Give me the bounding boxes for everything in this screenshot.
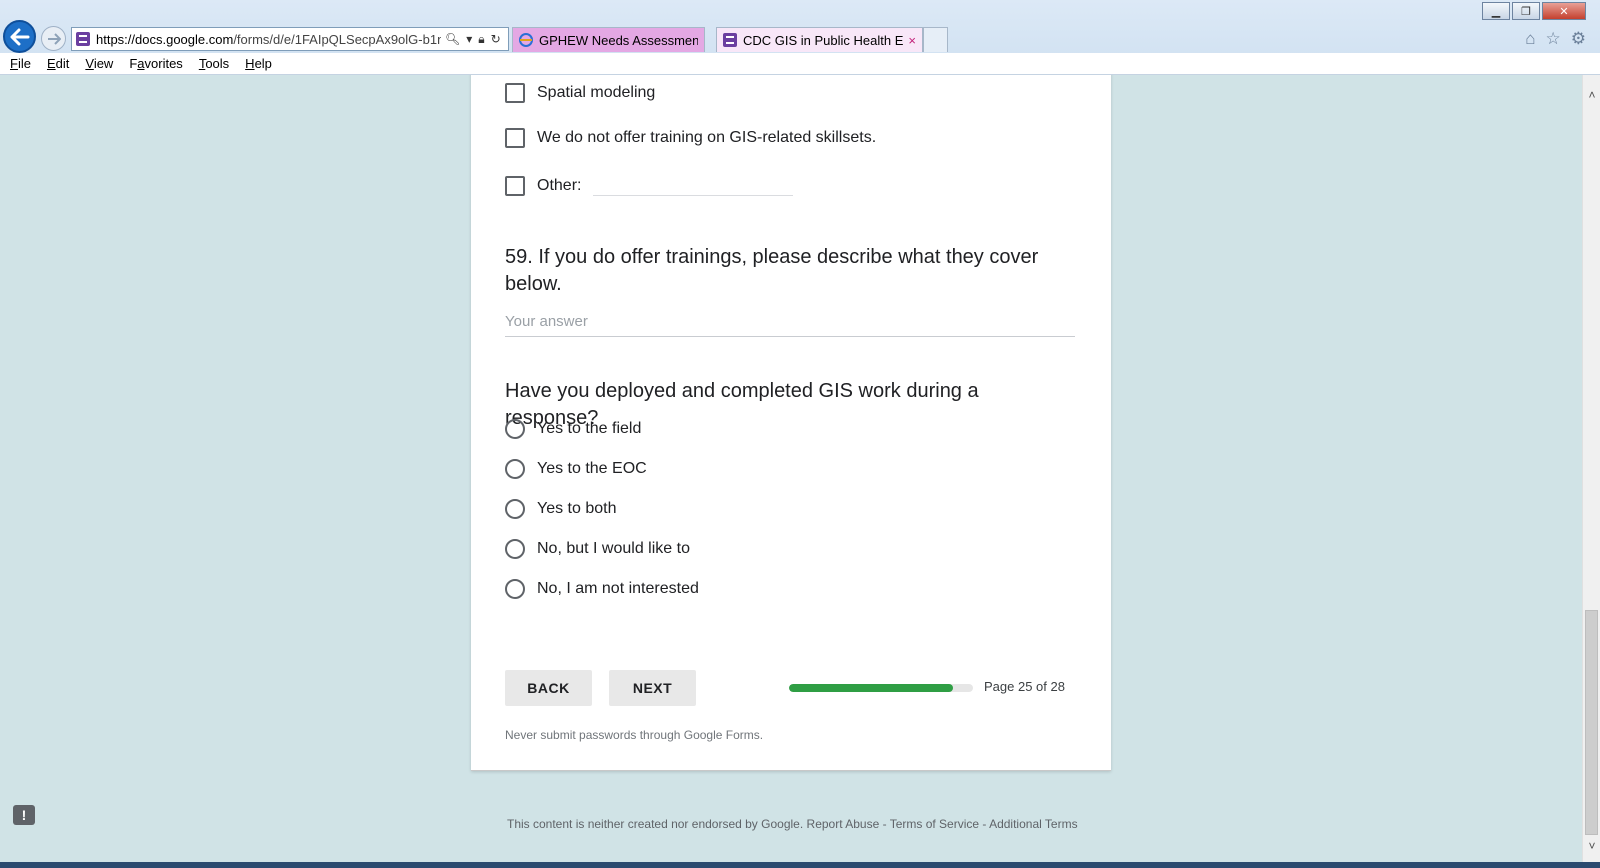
back-button[interactable] [3,20,36,53]
radio-button[interactable] [505,459,525,479]
footer-disclaimer: This content is neither created nor endo… [507,817,804,831]
menu-bar: File Edit View Favorites Tools Help [0,53,1600,75]
radio-button[interactable] [505,539,525,559]
gear-icon[interactable]: ⚙ [1571,29,1586,49]
tab-label: GPHEW Needs Assessment Su... [539,32,698,48]
radio-no-would-like[interactable]: No, but I would like to [505,539,690,559]
progress-bar [789,684,973,692]
scrollbar-thumb[interactable] [1585,610,1598,835]
url-text[interactable]: https://docs.google.com/forms/d/e/1FAIpQ… [96,32,441,47]
lock-icon: 🔒︎ [478,31,485,46]
menu-edit[interactable]: Edit [37,56,75,71]
ie-page-icon [519,33,533,47]
vertical-scrollbar[interactable]: ˄ ˅ [1582,75,1600,862]
checkbox[interactable] [505,128,525,148]
checkbox[interactable] [505,176,525,196]
option-label: Yes to both [537,500,617,517]
checkbox-no-training[interactable]: We do not offer training on GIS-related … [505,128,876,148]
option-label: Spatial modeling [537,84,656,101]
address-row: https://docs.google.com/forms/d/e/1FAIpQ… [0,0,1600,53]
radio-no-not-interested[interactable]: No, I am not interested [505,579,699,599]
browser-chrome: https://docs.google.com/forms/d/e/1FAIpQ… [0,0,1600,75]
window-controls: ▁ ❐ ✕ [1482,2,1586,20]
tab-label: CDC GIS in Public Health E... [743,32,905,48]
minimize-button[interactable]: ▁ [1482,2,1510,20]
home-icon[interactable]: ⌂ [1525,29,1535,49]
arrow-left-icon [10,28,29,45]
option-label: Other: [537,177,582,194]
forms-favicon-icon [76,32,90,46]
menu-tools[interactable]: Tools [189,56,235,71]
close-window-button[interactable]: ✕ [1542,2,1586,20]
radio-button[interactable] [505,419,525,439]
checkbox[interactable] [505,83,525,103]
search-icon[interactable]: 🔍︎ [445,32,460,47]
back-form-button[interactable]: BACK [505,670,592,706]
address-bar[interactable]: https://docs.google.com/forms/d/e/1FAIpQ… [71,27,509,51]
browser-tools: ⌂ ☆ ⚙ [1525,29,1586,49]
radio-yes-both[interactable]: Yes to both [505,499,616,519]
question-59-title: 59. If you do offer trainings, please de… [505,246,1039,295]
arrow-right-icon [47,32,61,45]
option-label: Yes to the field [537,420,642,437]
page-indicator: Page 25 of 28 [984,679,1065,694]
option-label: Yes to the EOC [537,460,647,477]
menu-file[interactable]: File [0,56,37,71]
favorites-star-icon[interactable]: ☆ [1546,29,1561,49]
footer-link-report-abuse[interactable]: Report Abuse [807,817,880,831]
new-tab-button[interactable] [923,27,948,52]
progress-fill [789,684,954,692]
option-label: No, but I would like to [537,540,690,557]
other-text-input[interactable] [593,194,794,196]
taskbar [0,862,1600,868]
option-label: No, I am not interested [537,580,699,597]
footer-separator: - [879,817,890,831]
menu-view[interactable]: View [75,56,119,71]
radio-yes-eoc[interactable]: Yes to the EOC [505,459,647,479]
feedback-icon[interactable]: ! [13,805,35,825]
radio-button[interactable] [505,499,525,519]
next-form-button[interactable]: NEXT [609,670,696,706]
answer-placeholder: Your answer [505,313,588,330]
dropdown-icon[interactable]: ▾ [466,32,472,47]
restore-icon: ❐ [1521,5,1531,18]
minimize-icon: ▁ [1491,5,1501,18]
tab-cdc-gis[interactable]: CDC GIS in Public Health E... × [716,27,923,52]
footer-link-terms[interactable]: Terms of Service [890,817,979,831]
menu-favorites[interactable]: Favorites [119,56,188,71]
password-warning: Never submit passwords through Google Fo… [505,728,764,742]
restore-button[interactable]: ❐ [1512,2,1540,20]
page-viewport: Spatial modeling We do not offer trainin… [0,75,1582,862]
radio-button[interactable] [505,579,525,599]
close-tab-icon[interactable]: × [908,33,916,48]
radio-yes-field[interactable]: Yes to the field [505,419,641,439]
forms-favicon-icon [723,33,737,47]
checkbox-spatial-modeling[interactable]: Spatial modeling [505,83,655,103]
tab-gphew[interactable]: GPHEW Needs Assessment Su... [512,27,705,52]
close-icon: ✕ [1559,5,1569,18]
form-card: Spatial modeling We do not offer trainin… [471,75,1111,771]
footer-link-additional-terms[interactable]: Additional Terms [989,817,1078,831]
scroll-down-icon[interactable]: ˅ [1586,840,1598,852]
footer-separator: - [979,817,990,831]
checkbox-other[interactable]: Other: [505,176,794,196]
refresh-icon[interactable]: ↻ [491,32,501,47]
menu-help[interactable]: Help [235,56,278,71]
scroll-up-icon[interactable]: ˄ [1586,89,1598,101]
page-footer: This content is neither created nor endo… [507,817,1078,831]
forward-button[interactable] [41,26,66,51]
option-label: We do not offer training on GIS-related … [537,129,877,146]
question-59-answer-input[interactable]: Your answer [505,313,1075,337]
